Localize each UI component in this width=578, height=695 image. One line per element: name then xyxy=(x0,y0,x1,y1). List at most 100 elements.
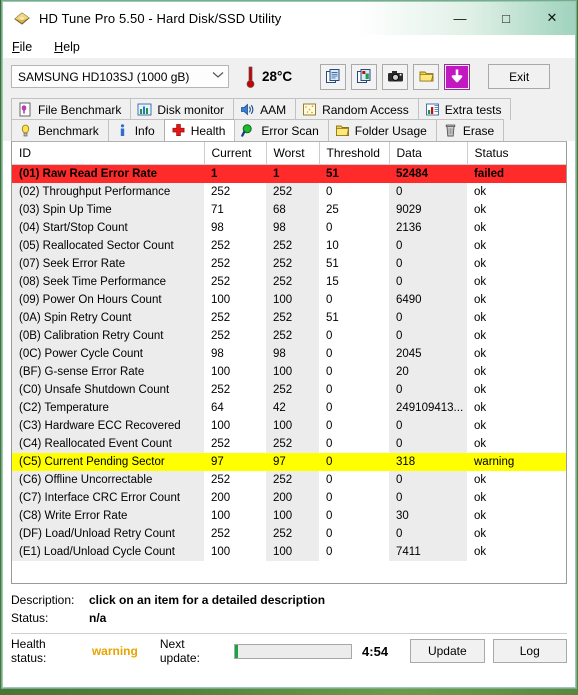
cell-current: 71 xyxy=(211,203,224,216)
table-body: (01) Raw Read Error Rate 1 1 51 52484 failed (… xyxy=(12,164,566,561)
tab-error-scan[interactable]: Error Scan xyxy=(234,119,329,141)
table-row[interactable]: (0B) Calibration Retry Count 252 252 0 0 ok xyxy=(12,326,566,345)
table-row[interactable]: (BF) G-sense Error Rate 100 100 0 20 ok xyxy=(12,362,566,381)
tab-label: Disk monitor xyxy=(157,102,225,117)
table-row[interactable]: (05) Reallocated Sector Count 252 252 10 0 ok xyxy=(12,236,566,255)
tab-erase[interactable]: Erase xyxy=(435,119,505,141)
menu-item-help[interactable]: Help xyxy=(54,40,80,54)
tab-bar: File Benchmark Disk monitor AAM Random A… xyxy=(3,96,575,141)
table-row[interactable]: (C0) Unsafe Shutdown Count 252 252 0 0 ok xyxy=(12,380,566,399)
tab-benchmark[interactable]: Benchmark xyxy=(11,119,109,141)
table-row[interactable]: (03) Spin Up Time 71 68 25 9029 ok xyxy=(12,200,566,219)
temperature-indicator: 28°C xyxy=(245,64,292,90)
table-row[interactable]: (01) Raw Read Error Rate 1 1 51 52484 failed xyxy=(12,164,566,183)
column-header-data[interactable]: Data xyxy=(389,142,468,165)
cell-threshold: 0 xyxy=(326,347,333,360)
minimize-button[interactable]: — xyxy=(437,2,483,34)
camera-icon[interactable] xyxy=(382,63,409,90)
table-row[interactable]: (02) Throughput Performance 252 252 0 0 ok xyxy=(12,182,566,201)
menu-item-file[interactable]: File xyxy=(12,40,32,54)
cell-threshold: 51 xyxy=(326,311,339,324)
table-row[interactable]: (09) Power On Hours Count 100 100 0 6490 ok xyxy=(12,290,566,309)
cell-worst: 252 xyxy=(266,236,319,255)
cell-id: (C3) Hardware ECC Recovered xyxy=(12,416,204,435)
column-header-worst[interactable]: Worst xyxy=(266,142,320,165)
log-button[interactable]: Log xyxy=(492,639,567,663)
close-button[interactable]: ✕ xyxy=(529,2,575,34)
cell-threshold: 0 xyxy=(326,419,333,432)
cell-data: 0 xyxy=(389,272,467,291)
cell-worst: 252 xyxy=(266,308,319,327)
cell-worst: 97 xyxy=(266,452,319,471)
tab-random-access[interactable]: Random Access xyxy=(295,98,419,120)
copy-icon[interactable] xyxy=(320,63,347,90)
cell-id: (07) Seek Error Rate xyxy=(12,254,204,273)
toolbar-buttons xyxy=(320,63,471,90)
cell-current: 97 xyxy=(204,452,266,471)
cell-data: 2136 xyxy=(389,218,467,237)
table-row[interactable]: (C8) Write Error Rate 100 100 0 30 ok xyxy=(12,506,566,525)
cell-current: 252 xyxy=(211,329,231,342)
cell-data: 7411 xyxy=(389,542,467,561)
tab-label: Error Scan xyxy=(261,123,319,138)
table-row[interactable]: (E1) Load/Unload Cycle Count 100 100 0 7411 o… xyxy=(12,542,566,561)
tab-health[interactable]: Health xyxy=(163,119,236,141)
column-header-current[interactable]: Current xyxy=(204,142,267,165)
cell-id: (0A) Spin Retry Count xyxy=(12,308,204,327)
tab-aam[interactable]: AAM xyxy=(233,98,297,120)
table-row[interactable]: (04) Start/Stop Count 98 98 0 2136 ok xyxy=(12,218,566,237)
cell-current: 252 xyxy=(211,311,231,324)
speaker-icon xyxy=(240,102,255,117)
detail-panel: Description: click on an item for a deta… xyxy=(11,584,567,627)
cell-current: 252 xyxy=(211,527,231,540)
folder-gold-icon[interactable] xyxy=(413,63,440,90)
tab-extra-tests[interactable]: Extra tests xyxy=(417,98,512,120)
column-header-threshold[interactable]: Threshold xyxy=(319,142,390,165)
cell-threshold: 0 xyxy=(326,185,333,198)
cell-worst: 200 xyxy=(266,488,319,507)
table-row[interactable]: (C2) Temperature 64 42 0 249109413... ok xyxy=(12,398,566,417)
copy-image-icon[interactable] xyxy=(351,63,378,90)
cell-threshold: 0 xyxy=(319,452,389,471)
cell-worst: 252 xyxy=(266,182,319,201)
table-row[interactable]: (C4) Reallocated Event Count 252 252 0 0 ok xyxy=(12,434,566,453)
drive-select-dropdown[interactable]: SAMSUNG HD103SJ (1000 gB) xyxy=(11,65,229,88)
tab-file-benchmark[interactable]: File Benchmark xyxy=(11,98,132,120)
tab-folder-usage[interactable]: Folder Usage xyxy=(327,119,437,141)
table-row[interactable]: (C7) Interface CRC Error Count 200 200 0 0 ok xyxy=(12,488,566,507)
cell-threshold: 10 xyxy=(326,239,339,252)
cell-current: 1 xyxy=(204,164,266,183)
health-status-badge: warning xyxy=(91,644,138,658)
smart-attributes-grid[interactable]: ID Current Worst Threshold Data Status (… xyxy=(11,141,567,584)
tab-info[interactable]: Info xyxy=(107,119,165,141)
cell-data: 0 xyxy=(389,182,467,201)
cell-id: (C4) Reallocated Event Count xyxy=(12,434,204,453)
cell-status: ok xyxy=(474,311,487,324)
update-button[interactable]: Update xyxy=(410,639,485,663)
column-header-status[interactable]: Status xyxy=(467,142,566,165)
table-row[interactable]: (0C) Power Cycle Count 98 98 0 2045 ok xyxy=(12,344,566,363)
table-row[interactable]: (C5) Current Pending Sector 97 97 0 318 warni… xyxy=(12,452,566,471)
table-row[interactable]: (C3) Hardware ECC Recovered 100 100 0 0 ok xyxy=(12,416,566,435)
table-row[interactable]: (07) Seek Error Rate 252 252 51 0 ok xyxy=(12,254,566,273)
exit-button[interactable]: Exit xyxy=(488,64,551,89)
cell-threshold: 0 xyxy=(326,545,333,558)
next-update-time: 4:54 xyxy=(362,643,389,659)
tab-label: Info xyxy=(134,123,155,138)
maximize-button[interactable]: □ xyxy=(483,2,529,34)
table-row[interactable]: (C6) Offline Uncorrectable 252 252 0 0 ok xyxy=(12,470,566,489)
cell-worst: 68 xyxy=(266,200,319,219)
cell-status: ok xyxy=(474,527,487,540)
cell-status: ok xyxy=(474,473,487,486)
cell-id: (C2) Temperature xyxy=(12,398,204,417)
tab-disk-monitor[interactable]: Disk monitor xyxy=(130,98,235,120)
table-row[interactable]: (08) Seek Time Performance 252 252 15 0 ok xyxy=(12,272,566,291)
table-header-row: ID Current Worst Threshold Data Status xyxy=(12,142,566,165)
window-title-bar: HD Tune Pro 5.50 - Hard Disk/SSD Utility… xyxy=(3,2,575,35)
table-row[interactable]: (0A) Spin Retry Count 252 252 51 0 ok xyxy=(12,308,566,327)
table-row[interactable]: (DF) Load/Unload Retry Count 252 252 0 0 ok xyxy=(12,524,566,543)
download-arrow-icon[interactable] xyxy=(444,63,471,90)
menu-help-rest: elp xyxy=(63,39,80,54)
cell-id: (C8) Write Error Rate xyxy=(12,506,204,525)
column-header-id[interactable]: ID xyxy=(12,142,205,165)
